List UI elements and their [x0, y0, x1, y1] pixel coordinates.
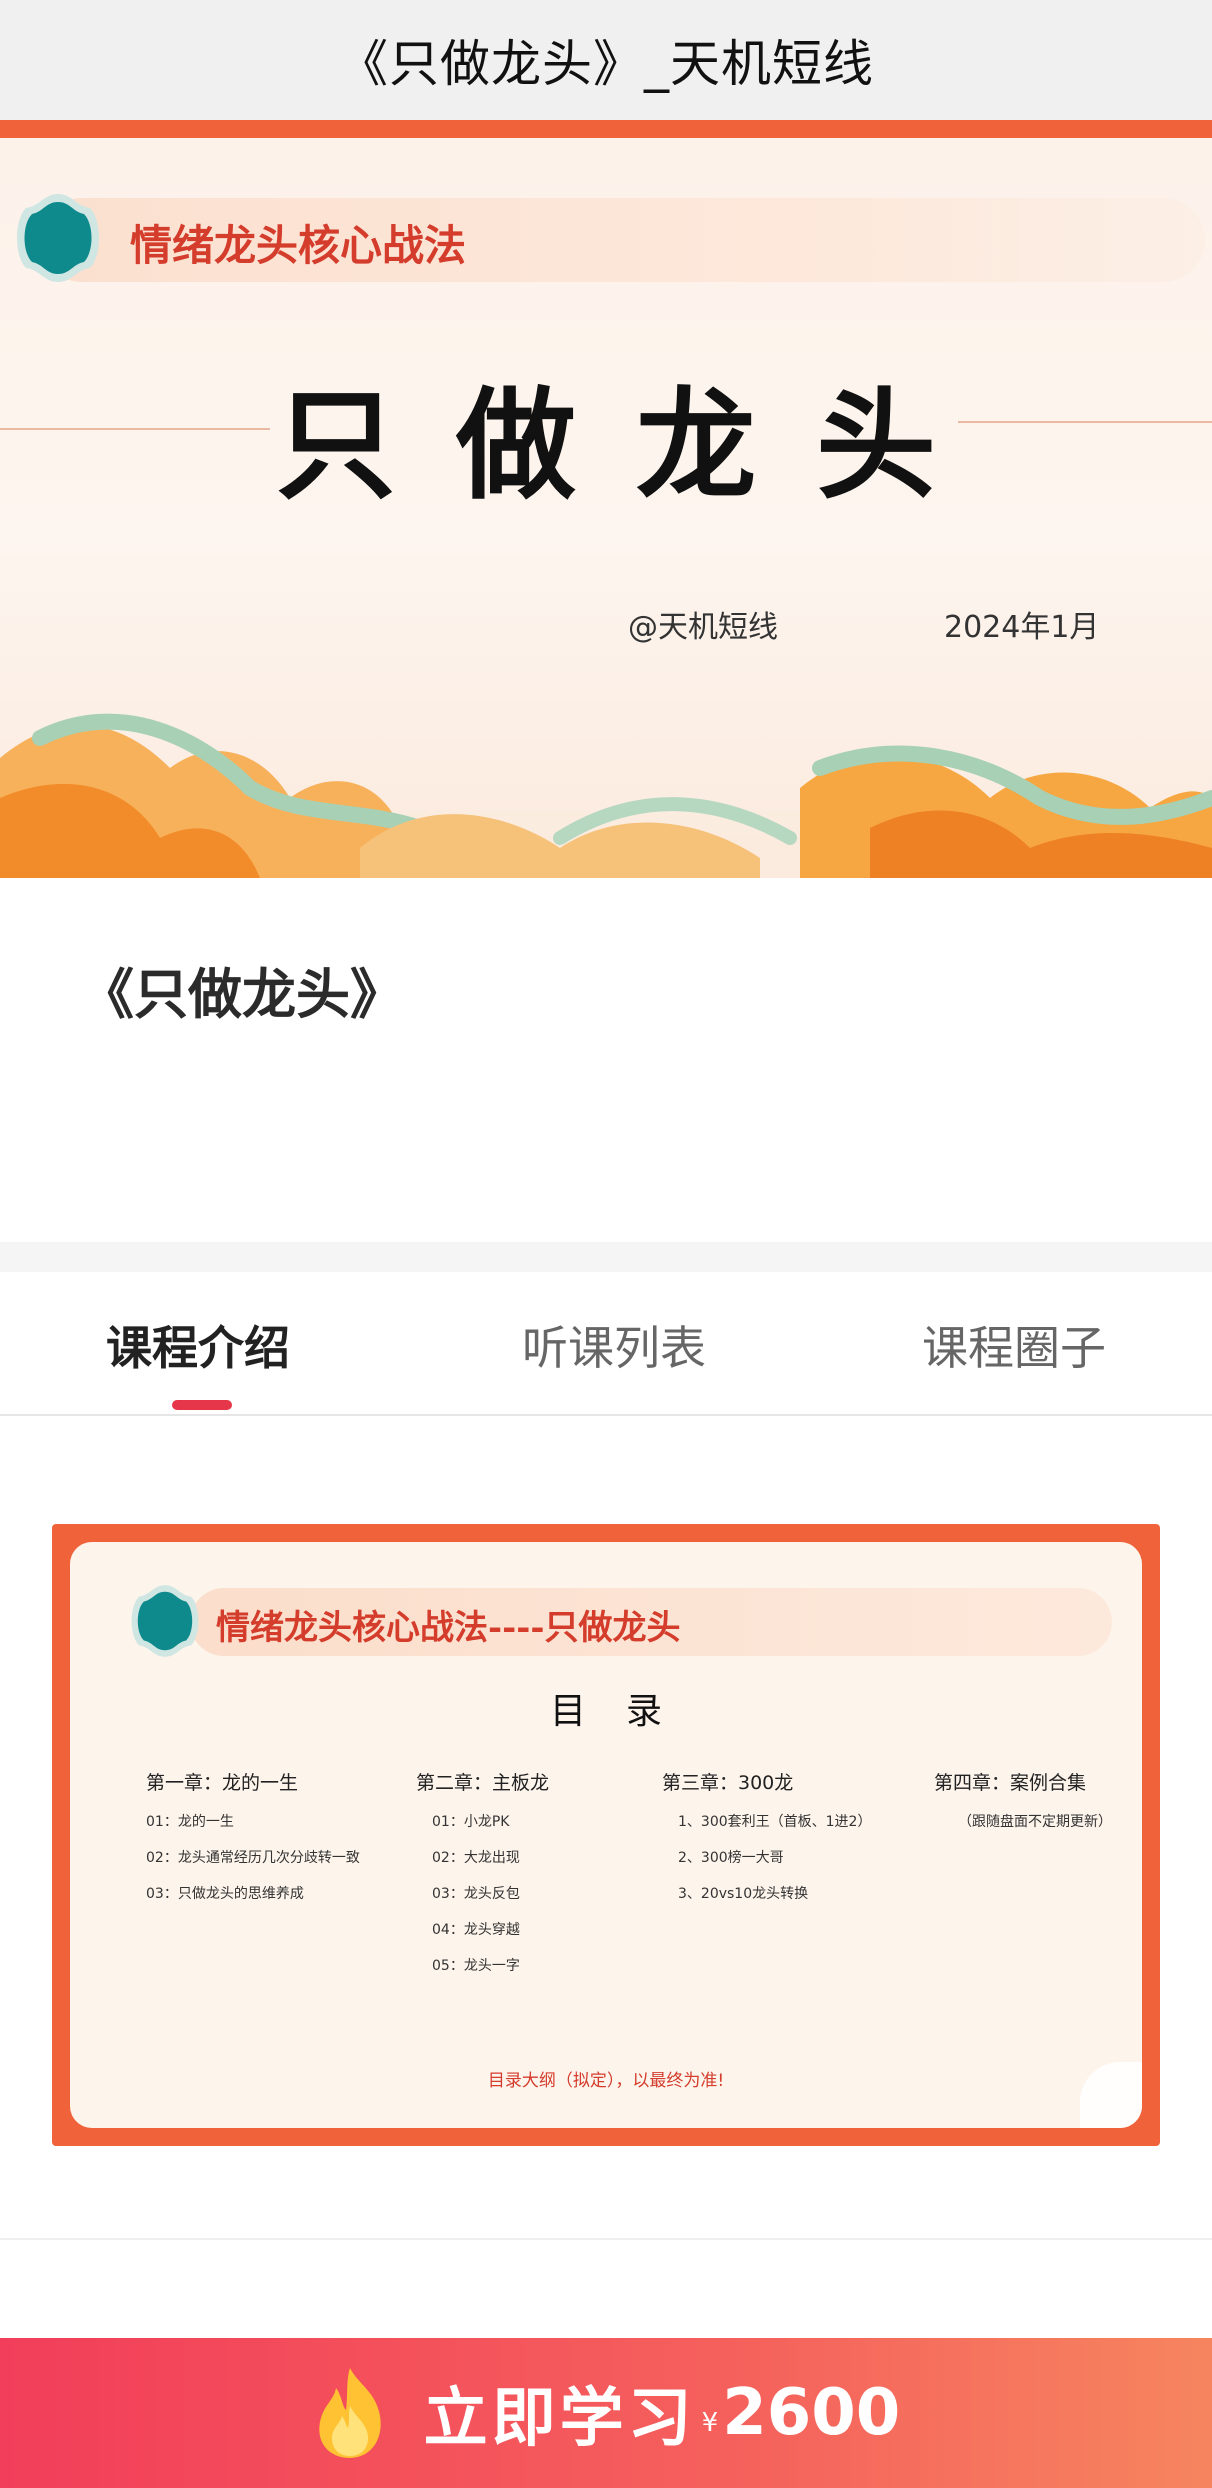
currency-symbol: ¥: [701, 2408, 719, 2438]
cloud-decoration: [0, 713, 1212, 878]
chapter-item: 2、300榜一大哥: [678, 1850, 784, 1866]
teal-badge-icon: [17, 194, 99, 282]
page-title: 《只做龙头》_天机短线: [338, 35, 874, 93]
toc-card: 情绪龙头核心战法----只做龙头 目录 第一章：龙的一生 01：龙的一生 02：…: [70, 1542, 1142, 2128]
chapter-item: 01：小龙PK: [432, 1814, 510, 1830]
toc-image: 情绪龙头核心战法----只做龙头 目录 第一章：龙的一生 01：龙的一生 02：…: [52, 1524, 1160, 2146]
tab-lesson-list[interactable]: 听课列表: [522, 1312, 706, 1378]
hero-big-title: 只做龙头: [276, 377, 996, 516]
chapter-title: 第三章：300龙: [662, 1772, 794, 1794]
chapter-item: 1、300套利王（首板、1进2）: [678, 1814, 872, 1830]
chapter-item: 05：龙头一字: [432, 1958, 520, 1974]
toc-chapter-4: 第四章：案例合集 （跟随盘面不定期更新）: [934, 1768, 1112, 1847]
chapter-item: 3、20vs10龙头转换: [678, 1886, 809, 1902]
chapter-item: 03：只做龙头的思维养成: [146, 1886, 304, 1902]
study-now-label: 立即学习: [423, 2382, 696, 2456]
hero-banner: 情绪龙头核心战法 只做龙头 @天机短线 2024年1月: [0, 138, 1212, 878]
chapter-item: 02：龙头通常经历几次分歧转一致: [146, 1850, 360, 1866]
course-price: 2600: [722, 2376, 901, 2450]
chapter-item: 02：大龙出现: [432, 1850, 520, 1866]
study-now-button[interactable]: 立即学习 ¥ 2600: [0, 2338, 1212, 2488]
accent-strip: [0, 120, 1212, 138]
chapter-item: （跟随盘面不定期更新）: [958, 1814, 1112, 1830]
tab-course-intro[interactable]: 课程介绍: [106, 1312, 290, 1378]
toc-chapter-2: 第二章：主板龙 01：小龙PK 02：大龙出现 03：龙头反包 04：龙头穿越 …: [416, 1768, 549, 1991]
chapter-title: 第四章：案例合集: [934, 1772, 1087, 1794]
toc-heading: 目录: [549, 1691, 702, 1732]
tab-active-indicator: [172, 1400, 232, 1410]
toc-note: 目录大纲（拟定），以最终为准!: [487, 2071, 725, 2091]
toc-chapter-1: 第一章：龙的一生 01：龙的一生 02：龙头通常经历几次分歧转一致 03：只做龙…: [146, 1768, 360, 1919]
toc-pill-text: 情绪龙头核心战法----只做龙头: [216, 1608, 681, 1648]
chapter-title: 第一章：龙的一生: [146, 1772, 299, 1794]
chapter-title: 第二章：主板龙: [416, 1772, 550, 1794]
intro-content: 情绪龙头核心战法----只做龙头 目录 第一章：龙的一生 01：龙的一生 02：…: [0, 1416, 1212, 2238]
tab-course-circle[interactable]: 课程圈子: [922, 1312, 1106, 1378]
toc-chapter-3: 第三章：300龙 1、300套利王（首板、1进2） 2、300榜一大哥 3、20…: [662, 1768, 871, 1919]
chapter-item: 03：龙头反包: [432, 1886, 520, 1902]
tab-bar: 课程介绍 听课列表 课程圈子: [0, 1272, 1212, 1416]
hero-date: 2024年1月: [944, 610, 1100, 645]
chapter-item: 01：龙的一生: [146, 1814, 234, 1830]
course-name-section: 《只做龙头》: [0, 878, 1212, 1242]
content-divider: [0, 2238, 1212, 2240]
hero-author: @天机短线: [628, 610, 778, 645]
teal-badge-icon: [131, 1585, 199, 1657]
flame-icon: [318, 2368, 381, 2458]
section-gap: [0, 1242, 1212, 1272]
course-name: 《只做龙头》: [80, 963, 404, 1026]
title-bar: 《只做龙头》_天机短线: [0, 0, 1212, 120]
hero-pill-text: 情绪龙头核心战法: [130, 221, 467, 270]
chapter-item: 04：龙头穿越: [432, 1922, 520, 1938]
